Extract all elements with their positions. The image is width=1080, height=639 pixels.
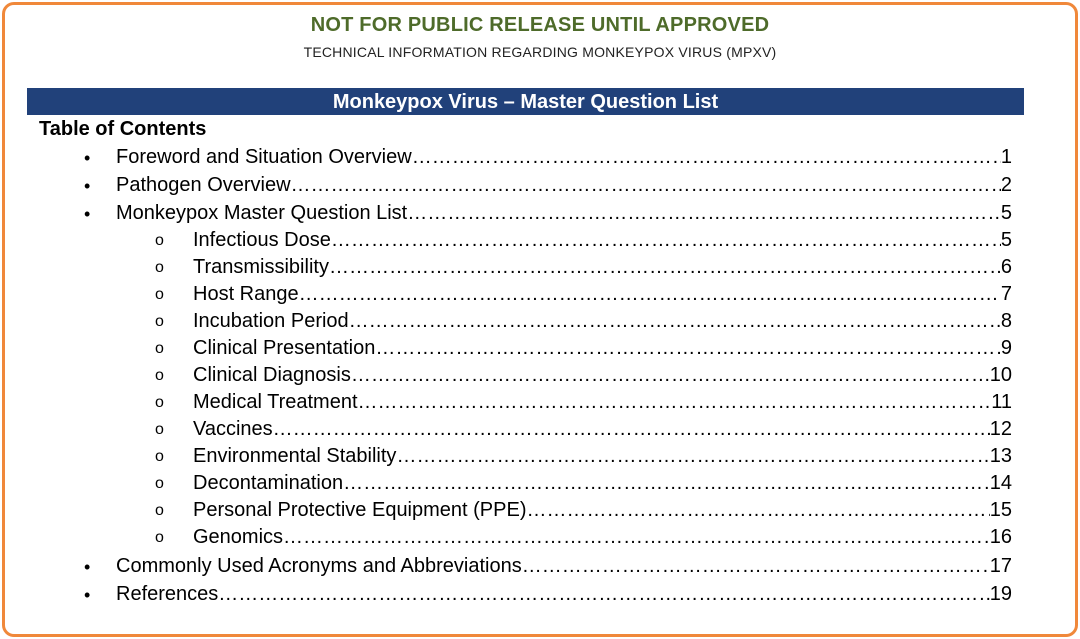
- toc-title: Table of Contents: [39, 118, 207, 140]
- dot-leader: [527, 499, 990, 522]
- toc-item-label: Incubation Period: [193, 310, 349, 332]
- dot-leader: [358, 391, 992, 414]
- toc-item-master-question-list[interactable]: Monkeypox Master Question List 5: [116, 202, 1012, 225]
- dot-leader: [407, 202, 1001, 225]
- sub-bullet-icon: o: [155, 340, 164, 357]
- toc-item-label: Infectious Dose: [193, 229, 331, 251]
- dot-leader: [218, 583, 989, 606]
- dot-leader: [351, 364, 990, 387]
- toc-item-page: 1: [1000, 146, 1012, 168]
- toc-item-label: Clinical Presentation: [193, 337, 376, 359]
- toc-item-page: 9: [1000, 337, 1012, 359]
- toc-item-page: 7: [1000, 283, 1012, 305]
- sub-bullet-icon: o: [155, 232, 164, 249]
- toc-item-acronyms[interactable]: Commonly Used Acronyms and Abbreviations…: [116, 555, 1012, 578]
- toc-item-label: Host Range: [193, 283, 299, 305]
- dot-leader: [375, 337, 1001, 360]
- toc-item-label: References: [116, 583, 219, 605]
- toc-item-vaccines[interactable]: Vaccines 12: [193, 418, 1012, 441]
- toc-item-page: 15: [989, 499, 1012, 521]
- toc-item-environmental-stability[interactable]: Environmental Stability 13: [193, 445, 1012, 468]
- toc-item-incubation-period[interactable]: Incubation Period 8: [193, 310, 1012, 333]
- sub-bullet-icon: o: [155, 367, 164, 384]
- toc-item-medical-treatment[interactable]: Medical Treatment 11: [193, 391, 1012, 414]
- dot-leader: [349, 310, 1001, 333]
- toc-item-page: 10: [989, 364, 1012, 386]
- dot-leader: [331, 229, 1001, 252]
- dot-leader: [283, 526, 990, 549]
- toc-item-page: 12: [989, 418, 1012, 440]
- title-banner: Monkeypox Virus – Master Question List: [27, 88, 1024, 115]
- toc-item-clinical-diagnosis[interactable]: Clinical Diagnosis 10: [193, 364, 1012, 387]
- toc-item-pathogen-overview[interactable]: Pathogen Overview 2: [116, 174, 1012, 197]
- sub-bullet-icon: o: [155, 502, 164, 519]
- dot-leader: [329, 256, 1001, 279]
- toc-item-page: 17: [989, 555, 1012, 577]
- bullet-icon: •: [84, 204, 91, 224]
- toc-item-ppe[interactable]: Personal Protective Equipment (PPE) 15: [193, 499, 1012, 522]
- toc-item-page: 2: [1000, 174, 1012, 196]
- toc-item-label: Decontamination: [193, 472, 344, 494]
- sub-bullet-icon: o: [155, 394, 164, 411]
- release-notice: NOT FOR PUBLIC RELEASE UNTIL APPROVED: [310, 14, 770, 36]
- bullet-icon: •: [84, 585, 91, 605]
- toc-item-label: Personal Protective Equipment (PPE): [193, 499, 527, 521]
- toc-item-page: 8: [1000, 310, 1012, 332]
- bullet-icon: •: [84, 557, 91, 577]
- toc-item-page: 19: [989, 583, 1012, 605]
- toc-item-page: 11: [991, 391, 1012, 413]
- toc-item-transmissibility[interactable]: Transmissibility 6: [193, 256, 1012, 279]
- sub-bullet-icon: o: [155, 259, 164, 276]
- bullet-icon: •: [84, 148, 91, 168]
- toc-item-label: Genomics: [193, 526, 284, 548]
- toc-item-label: Commonly Used Acronyms and Abbreviations: [116, 555, 522, 577]
- toc-item-foreword[interactable]: Foreword and Situation Overview 1: [116, 146, 1012, 169]
- toc-item-label: Monkeypox Master Question List: [116, 202, 408, 224]
- toc-item-label: Environmental Stability: [193, 445, 397, 467]
- toc-item-genomics[interactable]: Genomics 16: [193, 526, 1012, 549]
- bullet-icon: •: [84, 176, 91, 196]
- toc-item-references[interactable]: References 19: [116, 583, 1012, 606]
- toc-item-page: 13: [989, 445, 1012, 467]
- toc-item-page: 14: [989, 472, 1012, 494]
- toc-item-label: Foreword and Situation Overview: [116, 146, 412, 168]
- toc-item-label: Vaccines: [193, 418, 273, 440]
- sub-bullet-icon: o: [155, 529, 164, 546]
- toc-item-clinical-presentation[interactable]: Clinical Presentation 9: [193, 337, 1012, 360]
- toc-item-page: 16: [989, 526, 1012, 548]
- toc-item-page: 5: [1000, 202, 1012, 224]
- dot-leader: [396, 445, 989, 468]
- document-subtitle: TECHNICAL INFORMATION REGARDING MONKEYPO…: [303, 44, 777, 60]
- sub-bullet-icon: o: [155, 475, 164, 492]
- toc-item-page: 5: [1000, 229, 1012, 251]
- sub-bullet-icon: o: [155, 313, 164, 330]
- toc-item-label: Transmissibility: [193, 256, 329, 278]
- toc-item-infectious-dose[interactable]: Infectious Dose 5: [193, 229, 1012, 252]
- dot-leader: [343, 472, 990, 495]
- dot-leader: [273, 418, 990, 441]
- sub-bullet-icon: o: [155, 421, 164, 438]
- dot-leader: [412, 146, 1001, 169]
- sub-bullet-icon: o: [155, 286, 164, 303]
- toc-item-host-range[interactable]: Host Range 7: [193, 283, 1012, 306]
- dot-leader: [522, 555, 990, 578]
- toc-item-decontamination[interactable]: Decontamination 14: [193, 472, 1012, 495]
- toc-item-label: Pathogen Overview: [116, 174, 291, 196]
- dot-leader: [291, 174, 1001, 197]
- toc-item-label: Clinical Diagnosis: [193, 364, 351, 386]
- toc-item-page: 6: [1000, 256, 1012, 278]
- sub-bullet-icon: o: [155, 448, 164, 465]
- dot-leader: [299, 283, 1001, 306]
- toc-item-label: Medical Treatment: [193, 391, 358, 413]
